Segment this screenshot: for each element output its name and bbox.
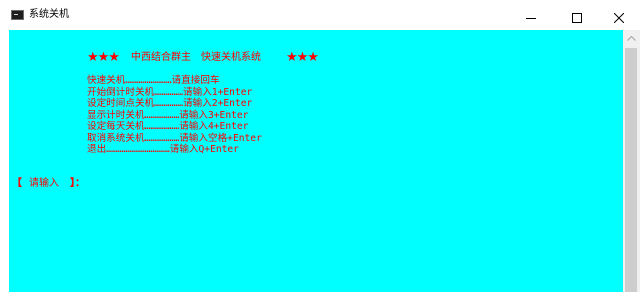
- console-app-icon[interactable]: [11, 10, 24, 20]
- close-button[interactable]: [600, 0, 640, 30]
- heading-stars-left: ★★★: [87, 50, 120, 65]
- console-window: 系统关机 ★★★ 中西结合群主 快速关机系统 ★★★ 快速关机……………………请…: [0, 0, 640, 292]
- menu-item-label: 设定时间点关机……………: [87, 98, 184, 109]
- scroll-thumb[interactable]: [625, 48, 637, 292]
- menu-item-label: 显示计时关机………………: [87, 109, 180, 121]
- menu-item-action: 请输入1+Enter: [183, 86, 253, 98]
- menu-item-daily-shutdown: 设定每天关机………………请输入4+Enter: [87, 121, 248, 132]
- close-icon: [614, 13, 624, 23]
- menu-item-action: 请直接回车: [171, 75, 220, 86]
- heading-stars-right: ★★★: [286, 50, 319, 65]
- menu-item-label: 开始倒计时关机……………: [87, 86, 184, 98]
- menu-item-action: 请输入4+Enter: [179, 121, 249, 132]
- scroll-up-arrow-icon: [627, 36, 636, 41]
- prompt-close-bracket: 】：: [70, 178, 85, 189]
- prompt-label: 请输入: [29, 178, 59, 189]
- prompt-open-bracket: 【: [12, 178, 22, 189]
- vertical-scrollbar[interactable]: [623, 30, 640, 292]
- menu-item-action: 请输入Q+Enter: [169, 144, 239, 155]
- menu-item-show-timer-shutdown: 显示计时关机………………请输入3+Enter: [87, 110, 248, 121]
- menu-item-action: 请输入2+Enter: [183, 98, 253, 109]
- minimize-button[interactable]: [508, 0, 554, 30]
- title-bar[interactable]: 系统关机: [0, 0, 640, 30]
- menu-item-label: 取消系统关机………………: [87, 132, 180, 144]
- menu-item-action: 请输入空格+Enter: [179, 132, 262, 144]
- window-title: 系统关机: [29, 9, 69, 20]
- heading-title: 中西结合群主 快速关机系统: [131, 52, 261, 63]
- scroll-up-button[interactable]: [623, 30, 640, 47]
- console-output[interactable]: ★★★ 中西结合群主 快速关机系统 ★★★ 快速关机……………………请直接回车 …: [9, 30, 623, 292]
- menu-item-quick-shutdown: 快速关机……………………请直接回车: [87, 75, 220, 86]
- menu-item-timed-shutdown: 设定时间点关机……………请输入2+Enter: [87, 98, 252, 109]
- menu-item-label: 退出……………………………: [87, 144, 170, 155]
- menu-item-countdown-shutdown: 开始倒计时关机……………请输入1+Enter: [87, 87, 252, 98]
- menu-item-label: 设定每天关机………………: [87, 121, 180, 132]
- menu-item-exit: 退出……………………………请输入Q+Enter: [87, 144, 239, 155]
- maximize-button[interactable]: [554, 0, 600, 30]
- menu-item-action: 请输入3+Enter: [179, 109, 249, 121]
- command-input[interactable]: [91, 178, 131, 190]
- menu-item-cancel-shutdown: 取消系统关机………………请输入空格+Enter: [87, 133, 262, 144]
- menu-item-label: 快速关机……………………: [87, 75, 172, 86]
